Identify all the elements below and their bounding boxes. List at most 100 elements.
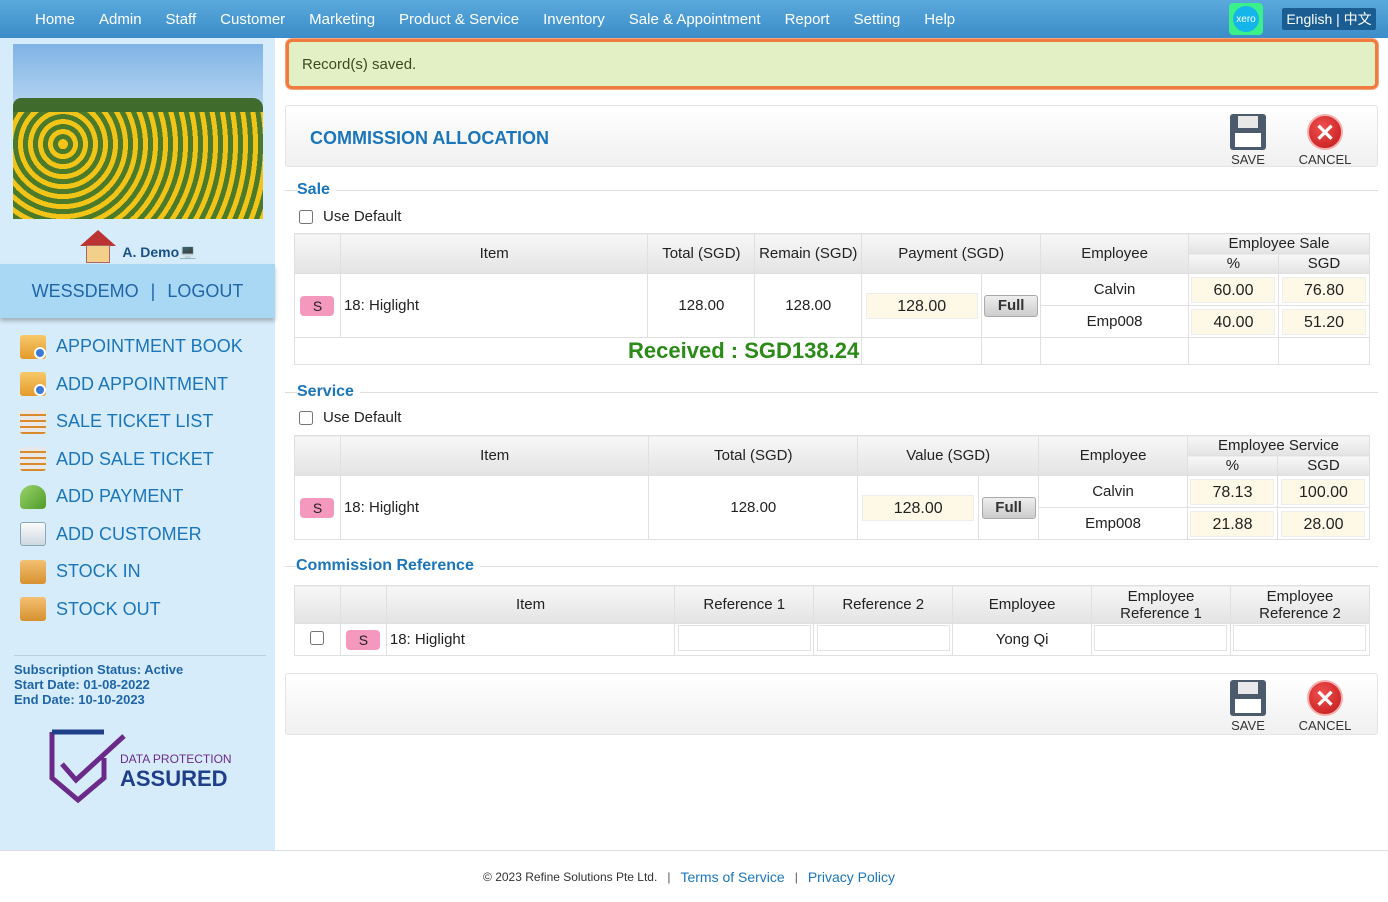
nav-staff[interactable]: Staff (154, 11, 209, 28)
sale-item: 18: Higlight (339, 273, 649, 338)
nav-help[interactable]: Help (912, 11, 967, 28)
sale-employee-1: Calvin (1040, 273, 1189, 306)
reference-row-checkbox[interactable] (310, 630, 325, 645)
privacy-link[interactable]: Privacy Policy (808, 869, 895, 885)
nav-setting[interactable]: Setting (842, 11, 913, 28)
user-name[interactable]: A. Demo (122, 244, 179, 260)
cancel-icon: ✕ (1307, 114, 1343, 150)
account-name[interactable]: WESSDEMO (32, 281, 139, 302)
side-item-add-payment[interactable]: ADD PAYMENT (0, 478, 275, 516)
side-item-stock-out[interactable]: STOCK OUT (0, 591, 275, 629)
service-badge: S (300, 497, 335, 518)
subscription-status: Subscription Status: Active (14, 662, 184, 677)
sale-full-button[interactable]: Full (984, 294, 1039, 317)
xero-button[interactable]: xero (1229, 3, 1263, 35)
service-value-input[interactable]: 128.00 (862, 494, 975, 521)
calendar-add-icon (20, 372, 46, 397)
reference-table: Item Reference 1 Reference 2 Employee Em… (294, 585, 1371, 656)
sale-header-remain: Remain (SGD) (754, 233, 863, 274)
side-item-appointment-book[interactable]: APPOINTMENT BOOK (0, 328, 275, 366)
sale-header-item: Item (339, 233, 649, 274)
language-switch[interactable]: English | 中文 (1282, 8, 1376, 30)
service-employee-2-sgd[interactable]: 28.00 (1281, 510, 1366, 537)
calendar-icon (20, 334, 46, 359)
reference-header-ref2: Reference 2 (813, 585, 954, 624)
nav-admin[interactable]: Admin (87, 11, 154, 28)
ticket-list-icon (20, 409, 46, 434)
nav-report[interactable]: Report (773, 11, 842, 28)
sale-use-default-label: Use Default (323, 208, 402, 225)
service-employee-1-pct[interactable]: 78.13 (1190, 478, 1275, 505)
received-amount: Received : SGD138.24 (628, 338, 860, 363)
save-label: SAVE (1231, 152, 1265, 167)
payment-icon (20, 484, 46, 509)
side-item-add-customer[interactable]: ADD CUSTOMER (0, 516, 275, 554)
bottom-cancel-button[interactable]: ✕ CANCEL (1295, 680, 1355, 733)
sale-use-default-checkbox[interactable] (299, 209, 313, 224)
side-item-label: SALE TICKET LIST (56, 411, 214, 432)
xero-icon: xero (1233, 6, 1259, 32)
side-item-add-appointment[interactable]: ADD APPOINTMENT (0, 366, 275, 404)
terms-link[interactable]: Terms of Service (680, 869, 784, 885)
subscription-end: End Date: 10-10-2023 (14, 692, 145, 707)
top-nav: Home Admin Staff Customer Marketing Prod… (0, 0, 1388, 38)
subscription-start: Start Date: 01-08-2022 (14, 677, 150, 692)
sale-use-default[interactable]: Use Default (299, 208, 401, 225)
employee-reference-1-input[interactable] (1094, 624, 1228, 651)
side-item-label: ADD CUSTOMER (56, 523, 202, 544)
side-item-label: ADD PAYMENT (56, 486, 184, 507)
service-employee-1-sgd[interactable]: 100.00 (1281, 478, 1366, 505)
nav-sale-appointment[interactable]: Sale & Appointment (617, 11, 773, 28)
sale-section-line (285, 190, 1378, 191)
home-icon[interactable] (78, 230, 118, 264)
cancel-button[interactable]: ✕ CANCEL (1295, 114, 1355, 167)
nav-home[interactable]: Home (23, 11, 87, 28)
account-bar: WESSDEMO | LOGOUT (0, 264, 275, 318)
side-item-stock-in[interactable]: STOCK IN (0, 553, 275, 591)
service-row: S 18: Higlight 128.00 128.00 Full Calvin… (294, 475, 1371, 540)
sale-employee-2-sgd[interactable]: 51.20 (1281, 308, 1366, 335)
service-section-line (285, 392, 1378, 393)
sidebar: A. Demo 💻 WESSDEMO | LOGOUT APPOINTMENT … (0, 38, 275, 850)
nav-customer[interactable]: Customer (208, 11, 297, 28)
nav-marketing[interactable]: Marketing (297, 11, 387, 28)
logout-link[interactable]: LOGOUT (167, 281, 243, 302)
service-use-default-checkbox[interactable] (299, 410, 313, 425)
side-item-sale-ticket-list[interactable]: SALE TICKET LIST (0, 403, 275, 441)
ticket-add-icon (20, 447, 46, 472)
sale-remain: 128.00 (754, 273, 863, 338)
nav-inventory[interactable]: Inventory (531, 11, 617, 28)
service-full-button[interactable]: Full (981, 496, 1036, 519)
save-label: SAVE (1231, 718, 1265, 733)
save-icon (1230, 680, 1266, 716)
bottom-save-button[interactable]: SAVE (1218, 680, 1278, 733)
sale-payment-input[interactable]: 128.00 (865, 292, 978, 319)
reference-1-input[interactable] (677, 624, 811, 651)
sale-row: S 18: Higlight 128.00 128.00 128.00 Full… (294, 273, 1371, 338)
user-info: A. Demo 💻 (0, 228, 275, 264)
footer-separator: | (794, 869, 798, 884)
reference-header-badge (339, 585, 387, 624)
service-header-value: Value (SGD) (857, 435, 1040, 476)
sale-employee-2-pct[interactable]: 40.00 (1191, 308, 1276, 335)
shield-icon: DATA PROTECTION ASSURED (49, 729, 232, 804)
sale-employee-1-sgd[interactable]: 76.80 (1281, 276, 1366, 303)
reference-header-emp-ref1: Employee Reference 1 (1091, 585, 1231, 624)
side-item-add-sale-ticket[interactable]: ADD SALE TICKET (0, 441, 275, 479)
save-button[interactable]: SAVE (1218, 114, 1278, 167)
service-use-default[interactable]: Use Default (299, 409, 401, 426)
footer-separator: | (667, 869, 671, 884)
sale-employee-1-pct[interactable]: 60.00 (1191, 276, 1276, 303)
service-employee-1: Calvin (1038, 475, 1188, 508)
service-header-employee-service: Employee Service (1186, 435, 1371, 456)
reference-badge: S (346, 629, 381, 650)
service-section-title: Service (297, 383, 360, 401)
service-employee-2-pct[interactable]: 21.88 (1190, 510, 1275, 537)
reference-2-input[interactable] (816, 624, 950, 651)
cancel-label: CANCEL (1298, 718, 1352, 733)
reference-employee: Yong Qi (952, 623, 1092, 656)
nav-product-service[interactable]: Product & Service (387, 11, 531, 28)
sale-section-title: Sale (297, 181, 336, 199)
laptop-icon: 💻 (179, 243, 197, 259)
employee-reference-2-input[interactable] (1233, 624, 1367, 651)
